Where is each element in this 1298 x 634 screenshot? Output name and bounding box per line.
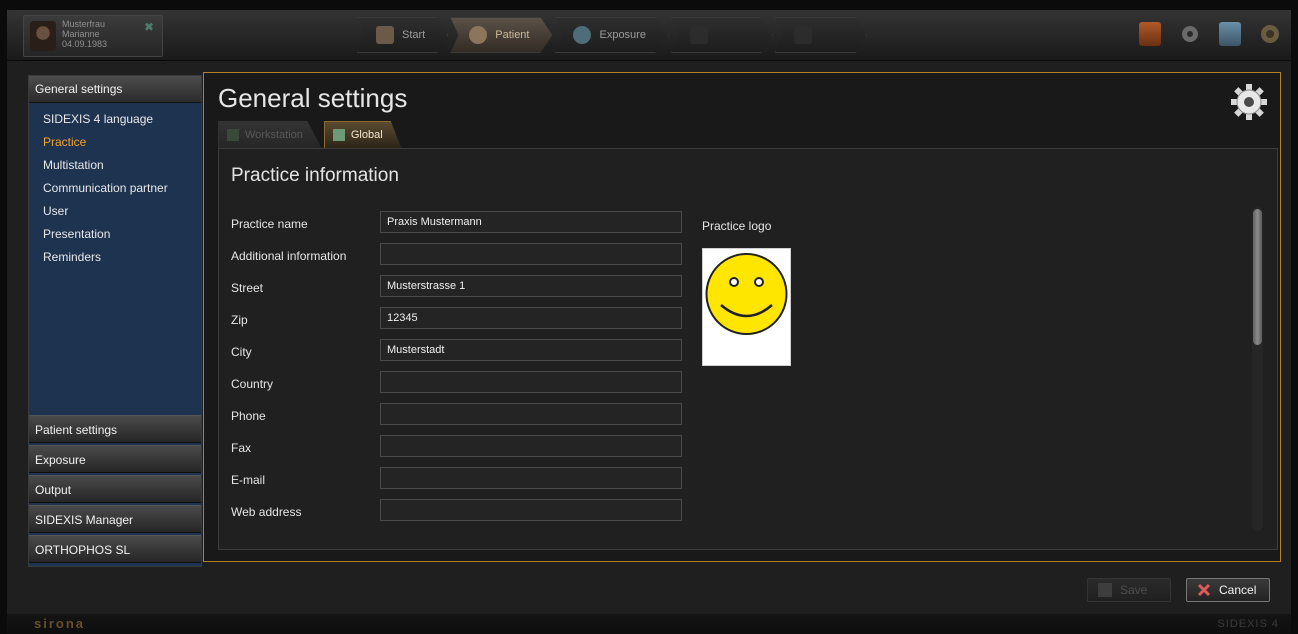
workflow-step-label: Patient [495,29,530,41]
workflow-step-exposure[interactable]: Exposure [554,17,669,53]
exposure-icon [573,26,592,44]
workflow-step-label: Exposure [599,29,646,41]
status-footer: sirona SIDEXIS 4 [7,614,1291,634]
city-input[interactable] [380,339,682,361]
power-icon[interactable] [1259,22,1281,46]
close-patient-icon[interactable]: ✖ [144,20,154,34]
nav-item-multistation[interactable]: Multistation [29,154,201,177]
nav-section-sidexis-manager[interactable]: SIDEXIS Manager [29,505,201,533]
save-icon [1098,583,1112,597]
additional-information-label: Additional information [231,249,347,263]
save-button[interactable]: Save [1087,578,1171,602]
patient-birth-date: 04.09.1983 [62,39,108,49]
email-label: E-mail [231,473,266,487]
settings-main-panel: General settings Workstation Global Prac… [203,72,1281,562]
tab-workstation[interactable]: Workstation [218,121,322,149]
web-address-input[interactable] [380,499,682,521]
nav-item-communication-partner[interactable]: Communication partner [29,177,201,200]
nav-section-general-settings[interactable]: General settings [29,76,201,103]
disabled-step-icon [793,26,812,44]
city-label: City [231,345,252,359]
workflow-steps: Start Patient Exposure [357,17,869,53]
form-scrollbar[interactable] [1252,207,1263,531]
street-input[interactable] [380,275,682,297]
product-name: SIDEXIS 4 [1217,618,1279,630]
nav-section-output[interactable]: Output [29,475,201,503]
settings-tabs: Workstation Global [218,121,404,149]
nav-section-exposure[interactable]: Exposure [29,445,201,473]
brand-logo: sirona [34,616,86,631]
page-title: General settings [218,83,408,113]
practice-information-form: Practice information Practice name Addit… [218,148,1278,550]
general-settings-items: SIDEXIS 4 language Practice Multistation… [29,103,201,269]
monitor-icon[interactable] [1219,22,1241,46]
disabled-step-icon [689,26,708,44]
patient-icon [469,26,488,44]
global-tab-icon [332,129,345,141]
tab-label: Workstation [245,129,303,141]
patient-first-name: Marianne [62,29,100,39]
patient-avatar [30,21,56,51]
workflow-step-start[interactable]: Start [357,17,449,53]
practice-name-label: Practice name [231,217,308,231]
save-button-label: Save [1120,583,1148,597]
gear-icon[interactable] [1179,22,1201,46]
smiley-icon [705,253,788,335]
web-address-label: Web address [231,505,302,519]
fax-input[interactable] [380,435,682,457]
practice-logo-label: Practice logo [702,219,772,233]
nav-item-sidexis-language[interactable]: SIDEXIS 4 language [29,108,201,131]
scrollbar-thumb[interactable] [1253,209,1262,345]
zip-label: Zip [231,313,248,327]
zip-input[interactable] [380,307,682,329]
nav-item-practice[interactable]: Practice [29,131,201,154]
tab-label: Global [350,129,383,141]
nav-section-orthophos-sl[interactable]: ORTHOPHOS SL [29,535,201,563]
practice-name-input[interactable] [380,211,682,233]
application-window: Musterfrau Marianne 04.09.1983 ✖ Start P… [7,10,1291,634]
phone-input[interactable] [380,403,682,425]
toolbar-icons [1139,22,1281,46]
cancel-button-label: Cancel [1219,583,1257,597]
nav-item-user[interactable]: User [29,200,201,223]
patient-card[interactable]: Musterfrau Marianne 04.09.1983 ✖ [23,15,163,57]
section-title: Practice information [231,165,399,186]
settings-navigation: General settings SIDEXIS 4 language Prac… [28,75,202,567]
start-icon [376,26,394,44]
country-input[interactable] [380,371,682,393]
nav-item-presentation[interactable]: Presentation [29,223,201,246]
workflow-step-patient[interactable]: Patient [450,17,553,53]
country-label: Country [231,377,274,391]
cancel-button[interactable]: Cancel [1186,578,1270,602]
practice-logo-image[interactable] [702,248,791,366]
nav-section-patient-settings[interactable]: Patient settings [29,415,201,443]
patient-info: Musterfrau Marianne 04.09.1983 [62,19,107,49]
tab-global[interactable]: Global [323,121,402,149]
phone-label: Phone [231,409,266,423]
top-toolbar: Musterfrau Marianne 04.09.1983 ✖ Start P… [7,10,1291,61]
workflow-step-disabled [774,17,867,53]
additional-information-input[interactable] [380,243,682,265]
book-icon[interactable] [1139,22,1161,46]
cancel-icon [1197,583,1211,597]
workstation-tab-icon [227,129,239,141]
street-label: Street [231,281,264,295]
workflow-step-label: Start [402,29,426,41]
fax-label: Fax [231,441,252,455]
workflow-step-disabled [670,17,773,53]
nav-item-reminders[interactable]: Reminders [29,246,201,269]
email-input[interactable] [380,467,682,489]
patient-last-name: Musterfrau [62,19,106,29]
settings-gear-icon [1230,83,1268,121]
